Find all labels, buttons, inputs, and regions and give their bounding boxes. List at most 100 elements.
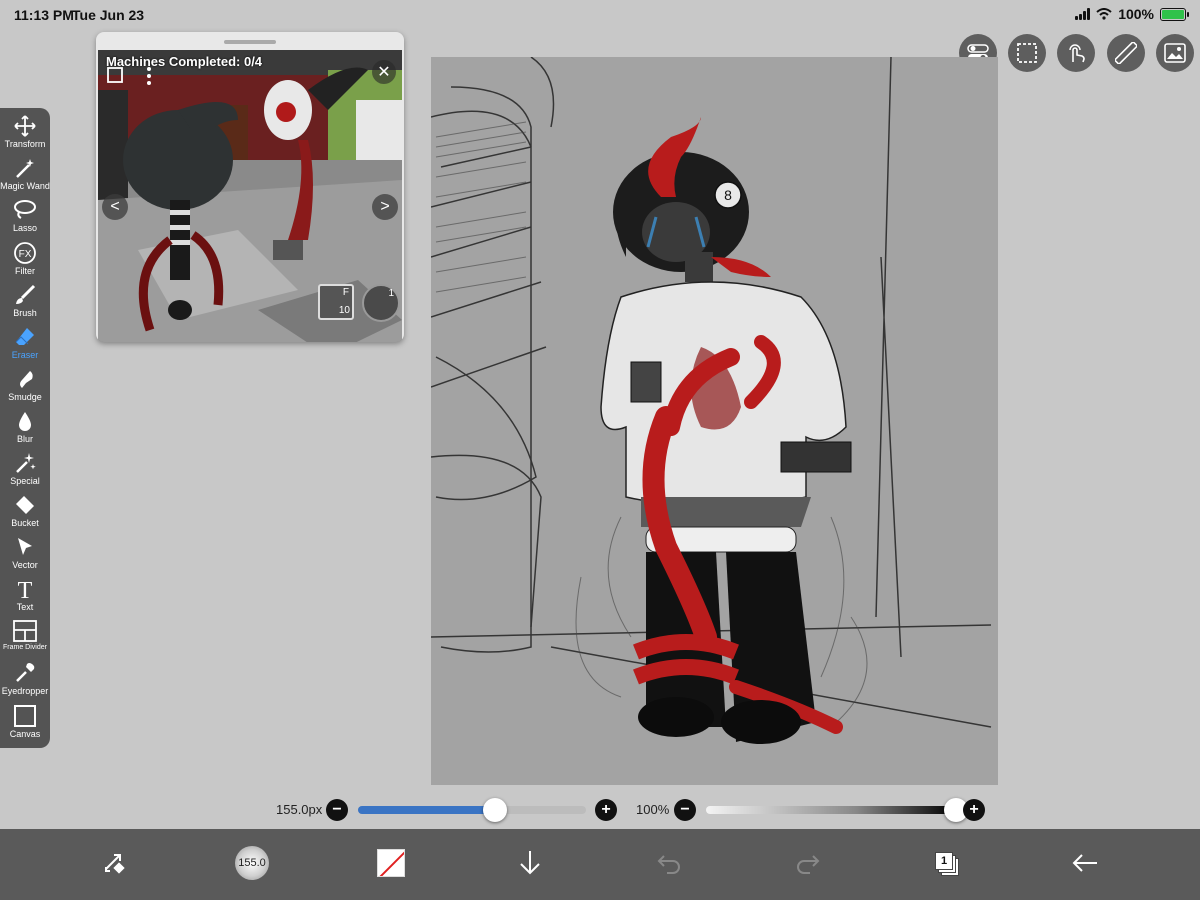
- tool-label: Frame Divider: [3, 644, 47, 651]
- tool-text[interactable]: T Text: [0, 577, 50, 619]
- status-bar: 11:13 PM Tue Jun 23 100%: [0, 0, 1200, 28]
- tool-label: Filter: [15, 266, 35, 276]
- signal-icon: [1075, 8, 1091, 20]
- tool-label: Blur: [16, 434, 33, 444]
- artwork: 8: [431, 57, 992, 744]
- swap-icon: [105, 854, 125, 874]
- layer-count: 1: [940, 855, 948, 867]
- tool-label: Eraser: [11, 350, 39, 360]
- selection-icon: [1017, 43, 1037, 63]
- tool-bucket[interactable]: Bucket: [0, 493, 50, 535]
- ruler-button[interactable]: [1107, 34, 1145, 72]
- svg-text:FX: FX: [19, 249, 32, 260]
- opacity-increase-button[interactable]: +: [963, 799, 985, 821]
- drawing-canvas[interactable]: 8: [431, 57, 998, 785]
- brush-preview-button[interactable]: 155.0: [228, 839, 276, 887]
- text-icon: T: [13, 577, 37, 601]
- touch-gesture-button[interactable]: [1057, 34, 1095, 72]
- tool-label: Vector: [12, 560, 38, 570]
- tool-lasso[interactable]: Lasso: [0, 198, 50, 240]
- svg-text:8: 8: [724, 187, 732, 203]
- reference-window[interactable]: Machines Completed: 0/4 ✕ < > F 10 1: [96, 32, 404, 342]
- brush-size-increase-button[interactable]: +: [595, 799, 617, 821]
- redo-button[interactable]: [784, 839, 832, 887]
- droplet-icon: [13, 409, 37, 433]
- tool-vector[interactable]: Vector: [0, 535, 50, 577]
- redo-icon: [797, 855, 820, 874]
- layers-icon: 1: [935, 852, 959, 876]
- undo-icon: [657, 855, 680, 874]
- wifi-icon: [1096, 8, 1112, 20]
- tool-label: Transform: [4, 139, 46, 149]
- tool-label: Bucket: [11, 518, 39, 528]
- tool-eyedropper[interactable]: Eyedropper: [0, 661, 50, 703]
- opacity-decrease-button[interactable]: −: [674, 799, 696, 821]
- move-arrows-icon: [13, 114, 37, 138]
- fx-icon: FX: [13, 241, 37, 265]
- layers-button[interactable]: 1: [922, 839, 970, 887]
- tool-special[interactable]: Special: [0, 451, 50, 493]
- frame-divider-icon: [13, 619, 37, 643]
- next-image-button[interactable]: >: [372, 194, 398, 220]
- magic-wand-icon: [13, 156, 37, 180]
- brush-size-thumb[interactable]: [482, 798, 507, 822]
- hud-slot-number: 1: [388, 288, 394, 299]
- tool-canvas[interactable]: Canvas: [0, 704, 50, 746]
- previous-image-button[interactable]: <: [102, 194, 128, 220]
- game-screenshot: [98, 50, 402, 342]
- tool-label: Canvas: [9, 729, 41, 739]
- swap-button[interactable]: [90, 839, 138, 887]
- tool-label: Eyedropper: [1, 686, 49, 696]
- download-button[interactable]: [506, 839, 554, 887]
- back-arrow-icon: [1072, 854, 1097, 872]
- tool-brush[interactable]: Brush: [0, 283, 50, 325]
- tool-transform[interactable]: Transform: [0, 114, 50, 156]
- tool-smudge[interactable]: Smudge: [0, 367, 50, 409]
- bucket-icon: [13, 493, 37, 517]
- tool-magic-wand[interactable]: Magic Wand: [0, 156, 50, 198]
- drag-handle[interactable]: [224, 40, 276, 44]
- more-options-icon[interactable]: [146, 66, 152, 91]
- undo-button[interactable]: [645, 839, 693, 887]
- tool-frame-divider[interactable]: Frame Divider: [0, 619, 50, 661]
- hud-item-count: 10: [338, 305, 350, 316]
- opacity-slider[interactable]: [706, 806, 956, 814]
- tool-label: Brush: [13, 308, 37, 318]
- download-icon: [520, 851, 540, 875]
- expand-icon[interactable]: [106, 66, 124, 89]
- status-time: 11:13 PM: [14, 7, 74, 23]
- reference-image: [98, 50, 402, 342]
- canvas-icon: [13, 704, 37, 728]
- tool-label: Magic Wand: [0, 181, 50, 191]
- brush-size-slider[interactable]: [358, 806, 586, 814]
- battery-percent: 100%: [1118, 6, 1154, 22]
- hud-slot: 1: [362, 284, 400, 322]
- battery-icon: [1160, 7, 1189, 21]
- battery-fill: [1162, 9, 1184, 19]
- brush-size-decrease-button[interactable]: −: [326, 799, 348, 821]
- ruler-icon: [1115, 42, 1137, 64]
- svg-text:T: T: [18, 578, 33, 601]
- brush-preview: 155.0: [235, 846, 269, 880]
- tool-blur[interactable]: Blur: [0, 409, 50, 451]
- color-button[interactable]: [367, 839, 415, 887]
- opacity-value: 100%: [636, 802, 670, 817]
- cursor-arrow-icon: [13, 535, 37, 559]
- selection-button[interactable]: [1008, 34, 1046, 72]
- tool-label: Lasso: [12, 223, 38, 233]
- tool-label: Special: [10, 476, 40, 486]
- brush-size-fill: [358, 806, 495, 814]
- sparkle-icon: [13, 451, 37, 475]
- brush-size-value: 155.0px: [276, 802, 323, 817]
- tool-filter[interactable]: FX Filter: [0, 241, 50, 283]
- lasso-icon: [13, 198, 37, 222]
- brush-icon: [13, 283, 37, 307]
- back-button[interactable]: [1061, 839, 1109, 887]
- status-date: Tue Jun 23: [72, 7, 145, 23]
- tool-eraser[interactable]: Eraser: [0, 325, 50, 367]
- opacity-fill: [706, 806, 956, 814]
- tool-label: Smudge: [8, 392, 42, 402]
- image-reference-button[interactable]: [1156, 34, 1194, 72]
- close-icon[interactable]: ✕: [372, 60, 396, 84]
- image-reference-icon: [1164, 43, 1186, 63]
